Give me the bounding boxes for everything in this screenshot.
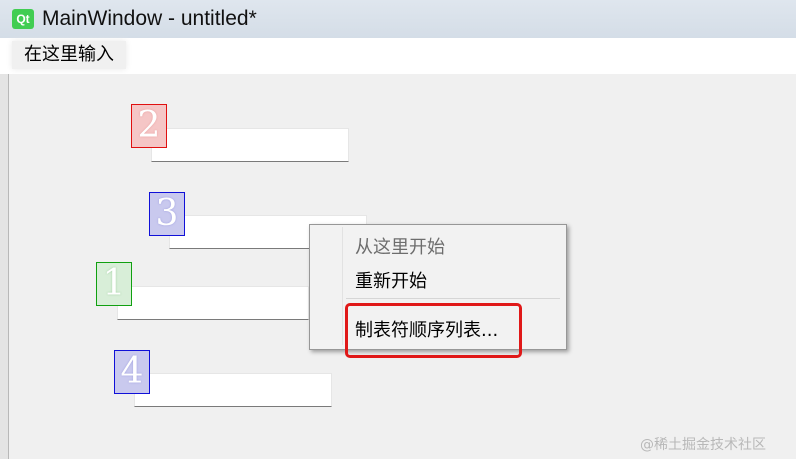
qt-logo-icon: Qt bbox=[12, 9, 34, 29]
tab-order-badge-2[interactable]: 2 bbox=[131, 104, 167, 148]
watermark: @稀土掘金技术社区 bbox=[640, 437, 766, 453]
menu-item-restart[interactable]: 重新开始 bbox=[355, 267, 427, 293]
menu-type-here-item[interactable]: 在这里输入 bbox=[12, 41, 126, 69]
menu-item-start-from-here: 从这里开始 bbox=[355, 237, 445, 258]
tab-order-badge-1[interactable]: 1 bbox=[96, 262, 132, 306]
context-menu-gutter bbox=[342, 227, 343, 345]
line-edit-4[interactable] bbox=[134, 373, 332, 407]
menu-separator bbox=[346, 298, 560, 299]
title-bar[interactable]: Qt MainWindow - untitled* bbox=[0, 0, 796, 38]
left-border bbox=[0, 74, 8, 459]
annotation-highlight-box bbox=[345, 303, 522, 358]
tab-order-badge-3[interactable]: 3 bbox=[149, 192, 185, 236]
line-edit-2[interactable] bbox=[151, 128, 349, 162]
tab-order-badge-4[interactable]: 4 bbox=[114, 350, 150, 394]
line-edit-1[interactable] bbox=[117, 286, 309, 320]
main-window: Qt MainWindow - untitled* 在这里输入 2 3 1 4 … bbox=[0, 0, 796, 459]
window-title: MainWindow - untitled* bbox=[42, 7, 257, 30]
menu-bar: 在这里输入 bbox=[0, 38, 796, 74]
